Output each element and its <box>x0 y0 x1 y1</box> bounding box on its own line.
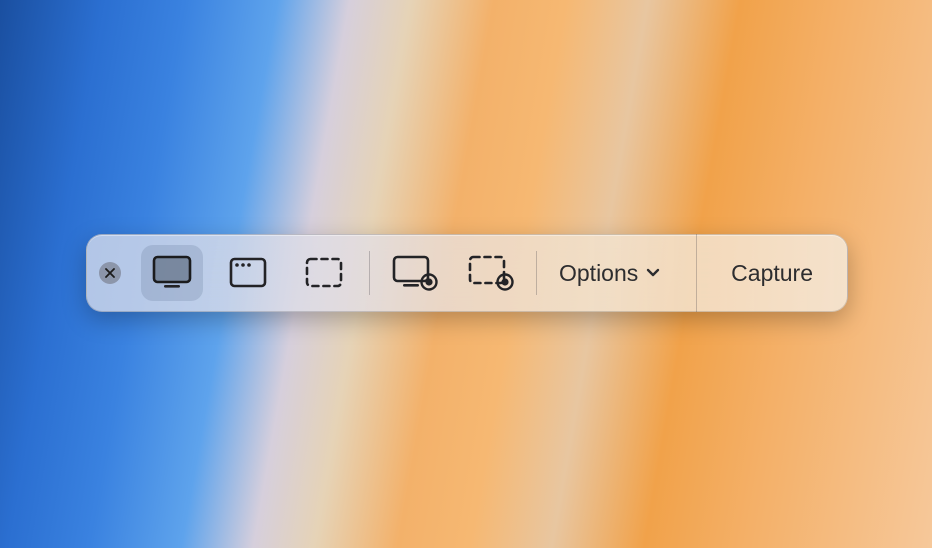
record-mode-group <box>378 245 528 301</box>
record-selection-icon <box>466 252 516 294</box>
divider-1 <box>369 251 370 295</box>
capture-button[interactable]: Capture <box>696 234 847 312</box>
capture-selected-window-button[interactable] <box>217 245 279 301</box>
screenshot-toolbar: Options Capture <box>86 234 848 312</box>
options-label: Options <box>559 260 638 287</box>
screenshot-mode-group <box>135 245 361 301</box>
record-screen-icon <box>390 252 440 294</box>
window-icon <box>226 253 270 293</box>
divider-2 <box>536 251 537 295</box>
chevron-down-icon <box>646 268 660 278</box>
selection-icon <box>302 253 346 293</box>
close-button[interactable] <box>99 262 121 284</box>
capture-entire-screen-button[interactable] <box>141 245 203 301</box>
capture-label: Capture <box>731 260 813 287</box>
options-dropdown[interactable]: Options <box>545 234 680 312</box>
record-entire-screen-button[interactable] <box>384 245 446 301</box>
capture-selected-portion-button[interactable] <box>293 245 355 301</box>
record-selected-portion-button[interactable] <box>460 245 522 301</box>
close-icon <box>105 268 115 278</box>
entire-screen-icon <box>150 253 194 293</box>
